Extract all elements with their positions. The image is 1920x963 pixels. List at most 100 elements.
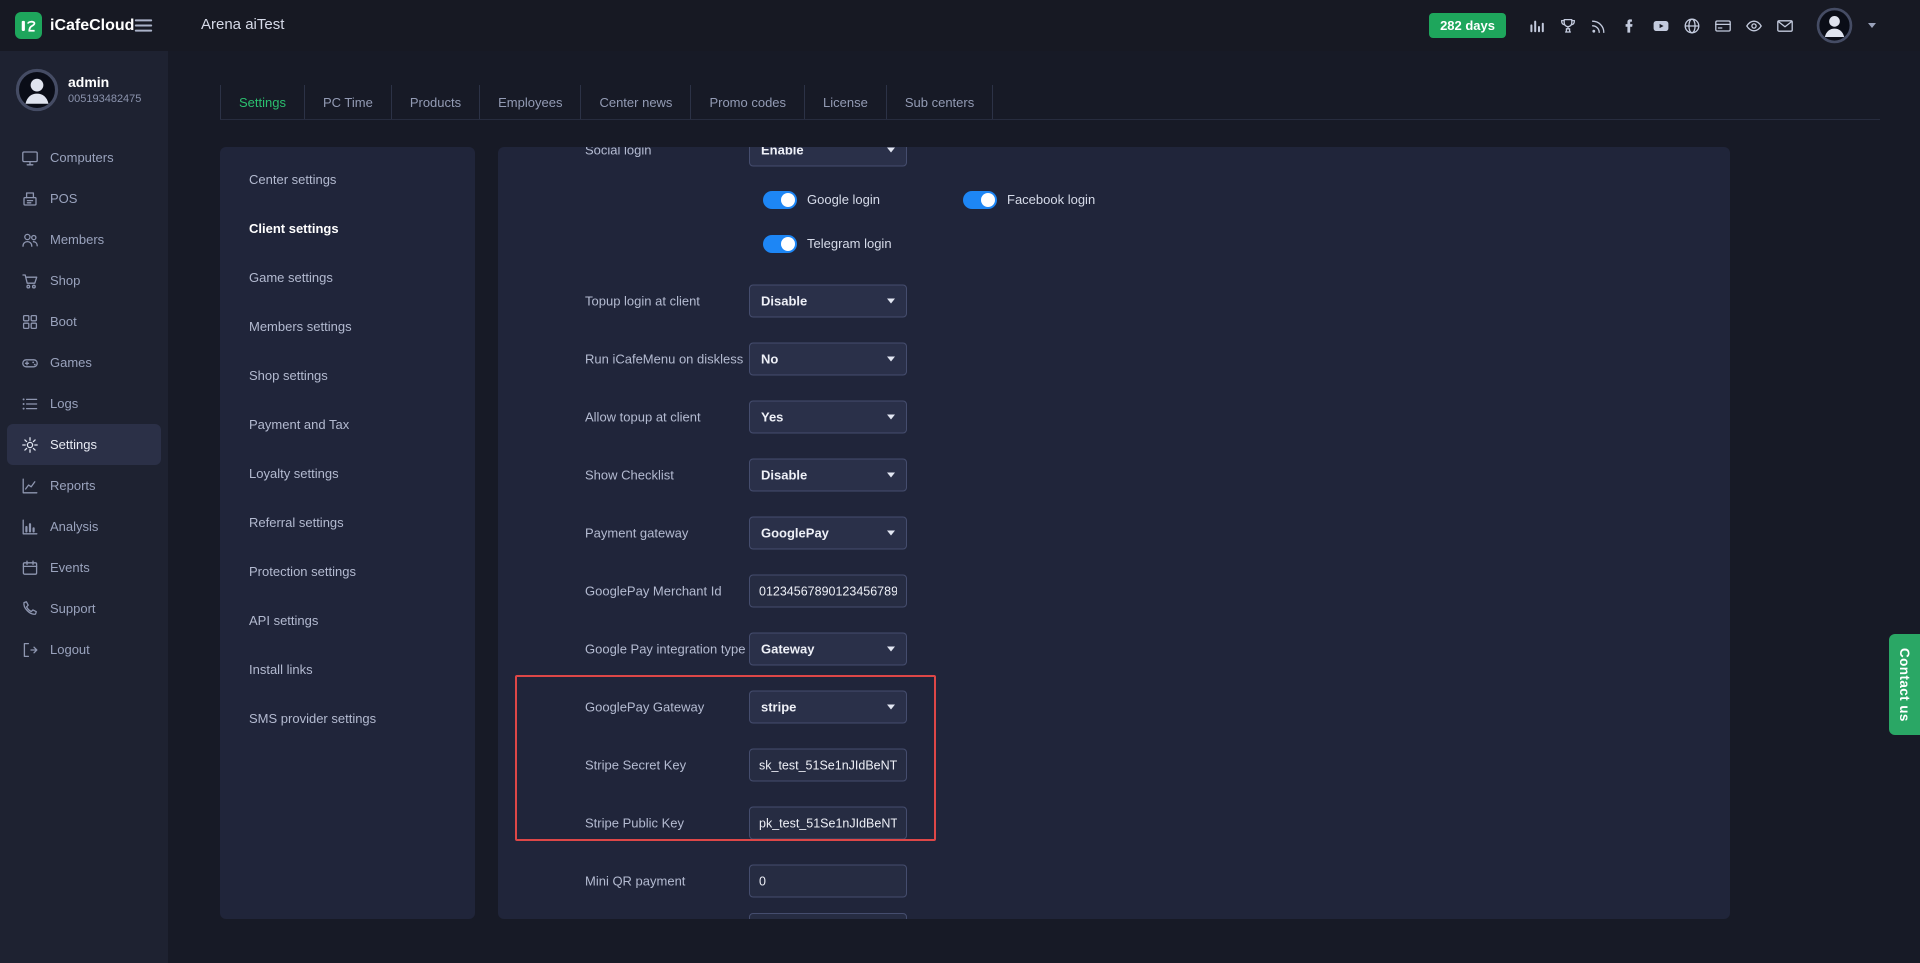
topup-login-select[interactable]: Disable	[749, 285, 907, 318]
sidebar-item-support[interactable]: Support	[7, 588, 161, 629]
allow-topup-select[interactable]: Yes	[749, 401, 907, 434]
settings-nav-game-settings[interactable]: Game settings	[220, 253, 475, 302]
field-label: Mini QR payment	[585, 874, 685, 889]
tab-products[interactable]: Products	[392, 85, 480, 119]
sidebar-item-computers[interactable]: Computers	[7, 137, 161, 178]
google-login-toggle[interactable]	[763, 191, 797, 209]
user-id: 005193482475	[68, 93, 141, 105]
sidebar-item-games[interactable]: Games	[7, 342, 161, 383]
field-label: Stripe Public Key	[585, 816, 684, 831]
client-settings-form[interactable]: Social login Enable Google login Faceboo…	[498, 147, 1730, 919]
contact-us-button[interactable]: Contact us	[1889, 634, 1920, 735]
stripe-public-key-input[interactable]	[749, 807, 907, 840]
field-label: GooglePay Gateway	[585, 700, 704, 715]
tab-pc-time[interactable]: PC Time	[305, 85, 392, 119]
form-row-icafemenu-diskless: Run iCafeMenu on diskless No	[498, 330, 1730, 388]
youtube-icon[interactable]	[1652, 17, 1670, 35]
sidebar-item-events[interactable]: Events	[7, 547, 161, 588]
gamepad-icon	[21, 354, 39, 372]
eye-icon[interactable]	[1745, 17, 1763, 35]
settings-nav-members-settings[interactable]: Members settings	[220, 302, 475, 351]
form-row-stripe-public-key: Stripe Public Key	[498, 794, 1730, 852]
sidebar-item-members[interactable]: Members	[7, 219, 161, 260]
form-row-payment-gateway: Payment gateway GooglePay	[498, 504, 1730, 562]
select-value: Gateway	[761, 642, 814, 657]
field-label: Show Checklist	[585, 468, 674, 483]
sidebar-item-boot[interactable]: Boot	[7, 301, 161, 342]
settings-nav-referral-settings[interactable]: Referral settings	[220, 498, 475, 547]
field-label: Payment gateway	[585, 526, 688, 541]
tab-settings[interactable]: Settings	[220, 85, 305, 119]
chevron-down-icon	[887, 147, 895, 152]
events-icon	[21, 559, 39, 577]
settings-nav-shop-settings[interactable]: Shop settings	[220, 351, 475, 400]
sidebar-item-analysis[interactable]: Analysis	[7, 506, 161, 547]
form-row-merchant-id: GooglePay Merchant Id	[498, 562, 1730, 620]
settings-nav-api-settings[interactable]: API settings	[220, 596, 475, 645]
form-row-topup-login: Topup login at client Disable	[498, 272, 1730, 330]
field-label: Run iCafeMenu on diskless	[585, 352, 743, 367]
stripe-secret-key-input[interactable]	[749, 749, 907, 782]
sidebar-item-logs[interactable]: Logs	[7, 383, 161, 424]
mail-icon[interactable]	[1776, 17, 1794, 35]
logo[interactable]: iCafeCloud	[15, 12, 134, 39]
googlepay-gateway-select[interactable]: stripe	[749, 691, 907, 724]
card-icon[interactable]	[1714, 17, 1732, 35]
tab-sub-centers[interactable]: Sub centers	[887, 85, 993, 119]
sidebar-item-shop[interactable]: Shop	[7, 260, 161, 301]
settings-nav-install-links[interactable]: Install links	[220, 645, 475, 694]
googlepay-merchant-id-input[interactable]	[749, 575, 907, 608]
googlepay-integration-type-select[interactable]: Gateway	[749, 633, 907, 666]
sidebar-item-label: Members	[50, 232, 104, 247]
toggle-knob	[781, 193, 795, 207]
settings-nav-card: Center settings Client settings Game set…	[220, 147, 475, 919]
menu-icon[interactable]	[133, 15, 154, 36]
telegram-login-toggle[interactable]	[763, 235, 797, 253]
avatar[interactable]	[15, 68, 59, 112]
settings-nav-protection-settings[interactable]: Protection settings	[220, 547, 475, 596]
topbar: iCafeCloud Arena aiTest 282 days	[0, 0, 1920, 51]
sidebar-item-settings[interactable]: Settings	[7, 424, 161, 465]
toggle-label: Facebook login	[1007, 192, 1095, 207]
page-title: Arena aiTest	[201, 16, 284, 33]
settings-nav-center-settings[interactable]: Center settings	[220, 155, 475, 204]
toggle-label: Telegram login	[807, 236, 892, 251]
sidebar-item-pos[interactable]: POS	[7, 178, 161, 219]
facebook-login-toggle[interactable]	[963, 191, 997, 209]
rss-icon[interactable]	[1590, 17, 1608, 35]
toggle-label: Google login	[807, 192, 880, 207]
chevron-down-icon[interactable]	[1868, 23, 1876, 28]
select-value: No	[761, 352, 778, 367]
tab-promo-codes[interactable]: Promo codes	[691, 85, 805, 119]
sidebar-item-logout[interactable]: Logout	[7, 629, 161, 670]
settings-nav-sms-provider-settings[interactable]: SMS provider settings	[220, 694, 475, 743]
sidebar-item-reports[interactable]: Reports	[7, 465, 161, 506]
user-avatar[interactable]	[1816, 7, 1853, 44]
tab-license[interactable]: License	[805, 85, 887, 119]
stats-icon[interactable]	[1528, 17, 1546, 35]
form-rows: Social login Enable Google login Faceboo…	[498, 147, 1730, 919]
cart-icon	[21, 272, 39, 290]
sidebar-item-label: Computers	[50, 150, 114, 165]
settings-nav-payment-and-tax[interactable]: Payment and Tax	[220, 400, 475, 449]
show-checklist-select[interactable]: Disable	[749, 459, 907, 492]
chevron-down-icon	[887, 357, 895, 362]
globe-icon[interactable]	[1683, 17, 1701, 35]
computers-icon	[21, 149, 39, 167]
chevron-down-icon	[887, 647, 895, 652]
settings-nav-client-settings[interactable]: Client settings	[220, 204, 475, 253]
payment-gateway-select[interactable]: GooglePay	[749, 517, 907, 550]
members-icon	[21, 231, 39, 249]
logout-icon	[21, 641, 39, 659]
tab-employees[interactable]: Employees	[480, 85, 581, 119]
mini-qr-payment-input[interactable]	[749, 865, 907, 898]
social-login-select[interactable]: Enable	[749, 147, 907, 166]
form-row-show-checklist: Show Checklist Disable	[498, 446, 1730, 504]
trophy-icon[interactable]	[1559, 17, 1577, 35]
field-label: Google Pay integration type	[585, 642, 745, 657]
settings-nav-loyalty-settings[interactable]: Loyalty settings	[220, 449, 475, 498]
facebook-icon[interactable]	[1621, 17, 1639, 35]
license-days-badge[interactable]: 282 days	[1429, 13, 1506, 38]
tab-center-news[interactable]: Center news	[581, 85, 691, 119]
icafemenu-diskless-select[interactable]: No	[749, 343, 907, 376]
